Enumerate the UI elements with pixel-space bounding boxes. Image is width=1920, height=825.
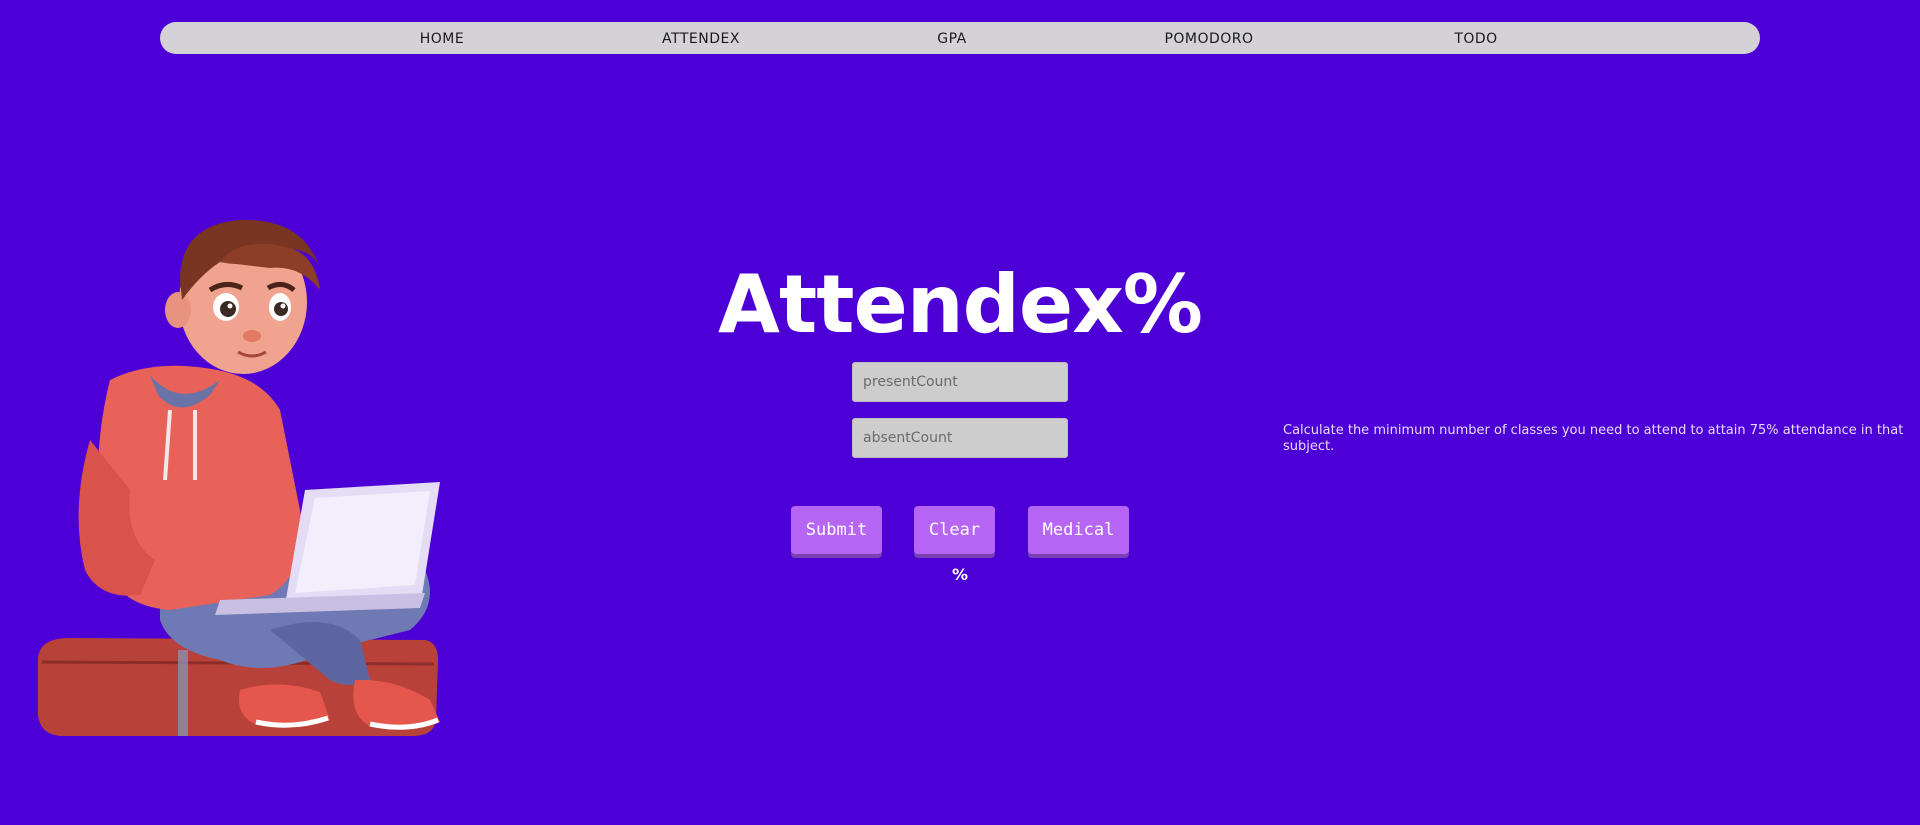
page: HOME ATTENDEX GPA POMODORO TODO Attendex…: [0, 0, 1920, 825]
nav-item-todo[interactable]: TODO: [1454, 22, 1497, 54]
medical-button[interactable]: Medical: [1028, 506, 1129, 554]
absent-count-input[interactable]: [852, 418, 1068, 458]
present-count-input[interactable]: [852, 362, 1068, 402]
page-title: Attendex%: [718, 258, 1203, 351]
clear-button[interactable]: Clear: [914, 506, 995, 554]
submit-button[interactable]: Submit: [791, 506, 882, 554]
navbar: HOME ATTENDEX GPA POMODORO TODO: [160, 22, 1760, 54]
nav-item-pomodoro[interactable]: POMODORO: [1164, 22, 1253, 54]
nav-item-home[interactable]: HOME: [420, 22, 464, 54]
student-illustration: [30, 210, 470, 750]
info-text: Calculate the minimum number of classes …: [1283, 423, 1904, 454]
result-percentage: %: [951, 565, 969, 584]
nav-item-attendex[interactable]: ATTENDEX: [662, 22, 740, 54]
nav-item-gpa[interactable]: GPA: [937, 22, 966, 54]
student-with-laptop-icon: [38, 219, 440, 736]
